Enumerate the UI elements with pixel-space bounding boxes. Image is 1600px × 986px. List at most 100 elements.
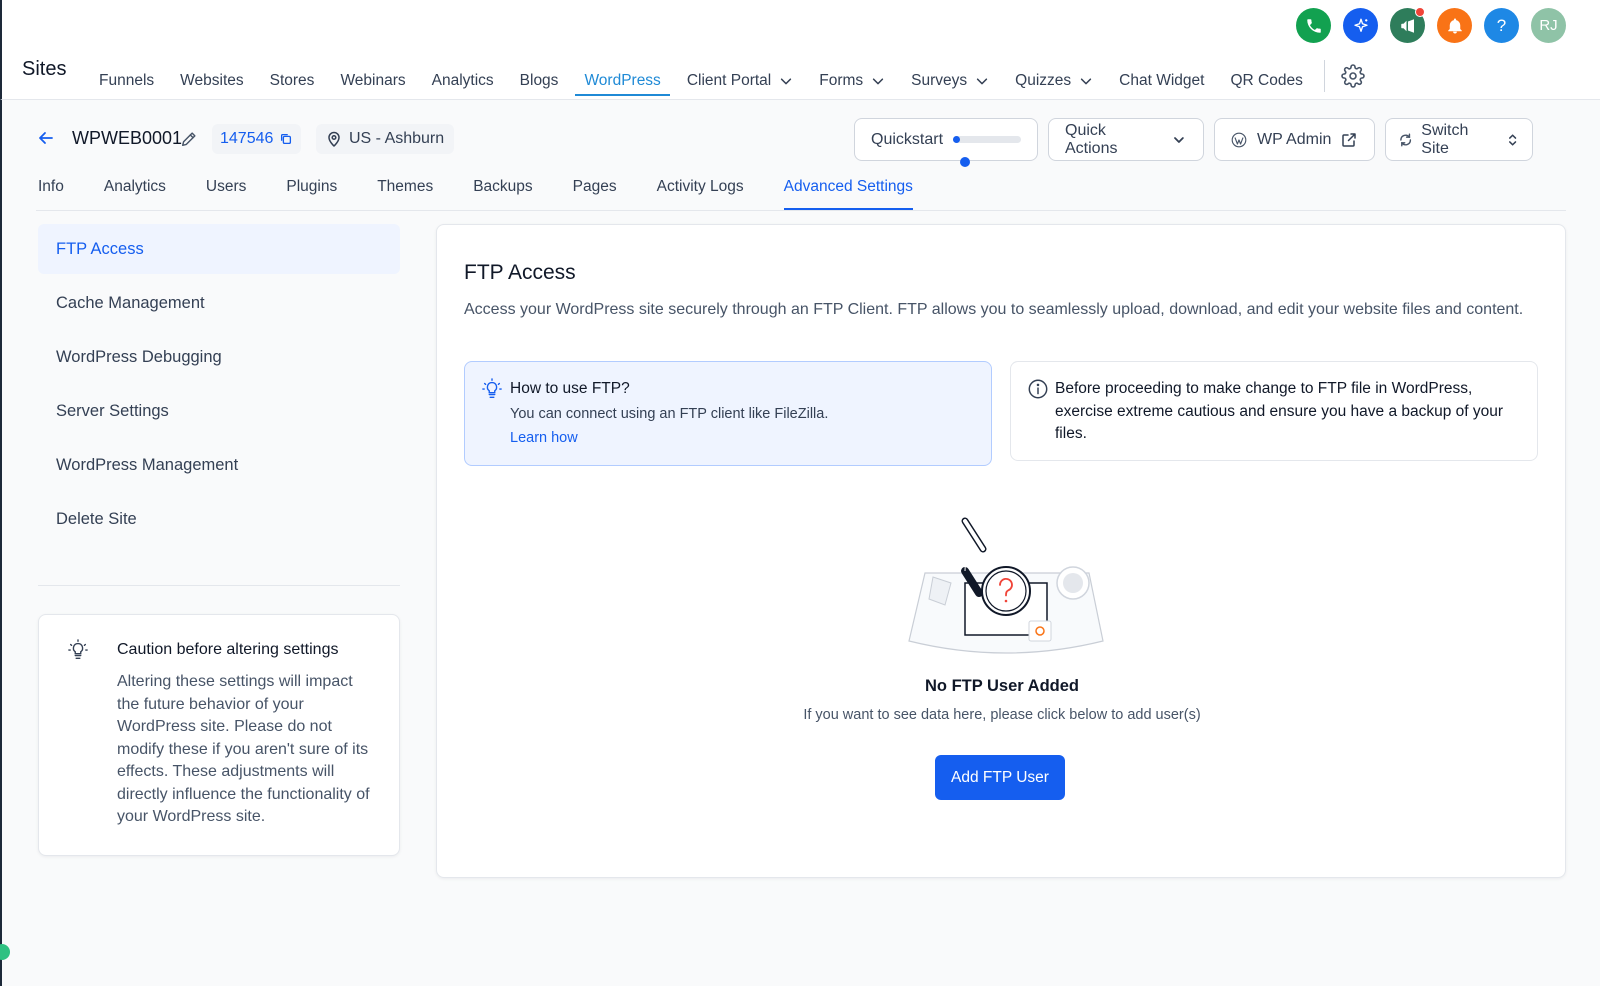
edit-icon[interactable] [180, 130, 198, 148]
nav-analytics[interactable]: Analytics [419, 56, 507, 100]
nav-forms[interactable]: Forms [806, 56, 898, 100]
help-button[interactable]: ? [1484, 8, 1519, 43]
notification-dot [1415, 7, 1425, 17]
wp-admin-button[interactable]: WP Admin [1214, 118, 1375, 161]
empty-state-subtitle: If you want to see data here, please cli… [803, 707, 1201, 723]
notifications-button[interactable] [1437, 8, 1472, 43]
chevron-down-icon [1174, 136, 1184, 143]
site-tabs: Info Analytics Users Plugins Themes Back… [18, 168, 933, 210]
top-navigation-bar: Sites Funnels Websites Stores Webinars A… [0, 0, 1600, 100]
tab-pages[interactable]: Pages [553, 168, 637, 210]
lightbulb-icon [68, 639, 88, 659]
site-id: 147546 [220, 130, 274, 147]
tab-backups[interactable]: Backups [453, 168, 552, 210]
chevron-down-icon [1081, 78, 1092, 85]
chevron-up-down-icon [1508, 133, 1517, 146]
nav-label: Client Portal [686, 72, 772, 89]
nav-stores[interactable]: Stores [257, 56, 328, 100]
quick-actions-button[interactable]: Quick Actions [1048, 118, 1204, 161]
ftp-help-box: How to use FTP? You can connect using an… [464, 361, 992, 466]
nav-label: Stores [269, 72, 315, 89]
sidebar-item-wordpress-debugging[interactable]: WordPress Debugging [38, 332, 400, 382]
tab-plugins[interactable]: Plugins [266, 168, 357, 210]
wp-admin-label: WP Admin [1257, 130, 1332, 148]
location-badge: US - Ashburn [316, 124, 455, 154]
nav-label: Funnels [99, 72, 155, 89]
megaphone-icon [1400, 18, 1414, 33]
tab-analytics[interactable]: Analytics [84, 168, 186, 210]
avatar[interactable]: RJ [1531, 8, 1566, 43]
quickstart-indicator [960, 157, 970, 167]
nav-label: Websites [180, 72, 244, 89]
caution-title: Caution before altering settings [117, 641, 339, 658]
learn-how-link[interactable]: Learn how [510, 430, 578, 446]
caution-card: Caution before altering settings Alterin… [38, 614, 400, 856]
nav-label: Chat Widget [1119, 72, 1205, 89]
nav-label: WordPress [584, 72, 661, 89]
quickstart-label: Quickstart [871, 130, 944, 148]
caution-body: Altering these settings will impact the … [117, 673, 370, 825]
nav-label: Webinars [340, 72, 406, 89]
nav-websites[interactable]: Websites [167, 56, 256, 100]
quickstart-progress-fill [953, 136, 960, 143]
main-nav: Funnels Websites Stores Webinars Analyti… [86, 56, 1365, 100]
lightbulb-icon [482, 378, 502, 398]
site-id-badge[interactable]: 147546 [212, 124, 302, 154]
warning-text: Before proceeding to make change to FTP … [1055, 380, 1504, 442]
nav-client-portal[interactable]: Client Portal [674, 56, 806, 100]
phone-button[interactable] [1296, 8, 1331, 43]
nav-qr-codes[interactable]: QR Codes [1217, 56, 1315, 100]
settings-sidebar: FTP Access Cache Management WordPress De… [38, 224, 400, 548]
nav-label: Quizzes [1015, 72, 1072, 89]
header-actions: ? RJ [1296, 7, 1566, 43]
tab-activity-logs[interactable]: Activity Logs [637, 168, 764, 210]
switch-icon [1400, 133, 1412, 146]
nav-surveys[interactable]: Surveys [898, 56, 1002, 100]
tabs-divider [36, 210, 1566, 211]
chevron-down-icon [781, 78, 792, 85]
back-arrow-icon[interactable] [36, 128, 56, 148]
chat-launcher-edge[interactable] [0, 944, 10, 960]
tab-advanced-settings[interactable]: Advanced Settings [764, 168, 933, 210]
switch-site-button[interactable]: Switch Site [1385, 118, 1533, 161]
sidebar-divider [38, 585, 400, 586]
sparkle-icon [1353, 18, 1368, 32]
nav-funnels[interactable]: Funnels [86, 56, 167, 100]
phone-icon [1306, 18, 1321, 33]
ai-assistant-button[interactable] [1343, 8, 1378, 43]
window-edge [0, 100, 2, 986]
sidebar-item-wordpress-management[interactable]: WordPress Management [38, 440, 400, 490]
nav-label: Blogs [519, 72, 559, 89]
tab-users[interactable]: Users [186, 168, 266, 210]
wordpress-logo-icon [1231, 132, 1247, 147]
page-title: FTP Access [464, 261, 576, 284]
nav-label: QR Codes [1230, 72, 1303, 89]
add-ftp-user-button[interactable]: Add FTP User [935, 755, 1065, 800]
nav-blogs[interactable]: Blogs [507, 56, 572, 100]
ftp-access-panel: FTP Access Access your WordPress site se… [436, 224, 1566, 878]
avatar-initials: RJ [1539, 17, 1558, 34]
nav-chat-widget[interactable]: Chat Widget [1106, 56, 1217, 100]
bell-icon [1447, 18, 1462, 33]
gear-icon[interactable] [1341, 64, 1365, 88]
sidebar-item-server-settings[interactable]: Server Settings [38, 386, 400, 436]
nav-wordpress[interactable]: WordPress [571, 56, 673, 100]
map-pin-icon [328, 131, 340, 147]
tab-info[interactable]: Info [18, 168, 84, 210]
copy-icon [281, 133, 292, 145]
location-text: US - Ashburn [349, 130, 445, 147]
announcements-button[interactable] [1390, 7, 1425, 43]
sidebar-item-ftp-access[interactable]: FTP Access [38, 224, 400, 274]
nav-webinars[interactable]: Webinars [327, 56, 418, 100]
tab-themes[interactable]: Themes [357, 168, 453, 210]
quick-actions-label: Quick Actions [1065, 121, 1118, 157]
chevron-down-icon [977, 78, 988, 85]
nav-label: Surveys [911, 72, 968, 89]
sidebar-item-delete-site[interactable]: Delete Site [38, 494, 400, 544]
empty-state-illustration [908, 517, 1104, 654]
question-icon: ? [1496, 15, 1507, 35]
warning-box: Before proceeding to make change to FTP … [1010, 361, 1538, 461]
sidebar-item-cache-management[interactable]: Cache Management [38, 278, 400, 328]
nav-quizzes[interactable]: Quizzes [1002, 56, 1106, 100]
quickstart-button[interactable]: Quickstart [854, 118, 1038, 161]
